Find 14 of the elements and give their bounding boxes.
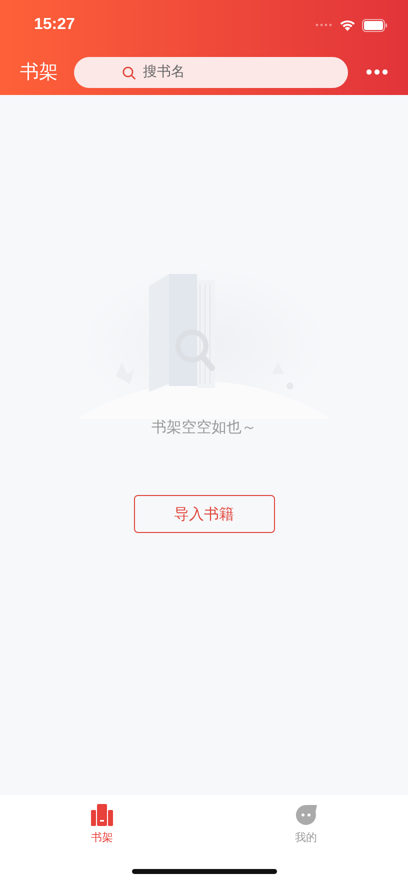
status-time: 15:27 [34,16,75,34]
search-icon [122,66,136,80]
wifi-icon [339,19,356,31]
import-books-button[interactable]: 导入书籍 [134,495,274,533]
search-field[interactable]: 搜书名 [74,56,348,88]
face-icon [295,804,317,826]
more-icon[interactable] [366,69,388,75]
tab-item[interactable]: 我的 [204,795,408,883]
empty-message: 书架空空如也～ [152,418,256,437]
tab-item[interactable]: 书架 [0,795,204,883]
battery-icon [362,18,388,32]
books-icon [91,804,113,826]
page-title: 书架 [20,60,59,85]
signal-icon [315,23,333,27]
